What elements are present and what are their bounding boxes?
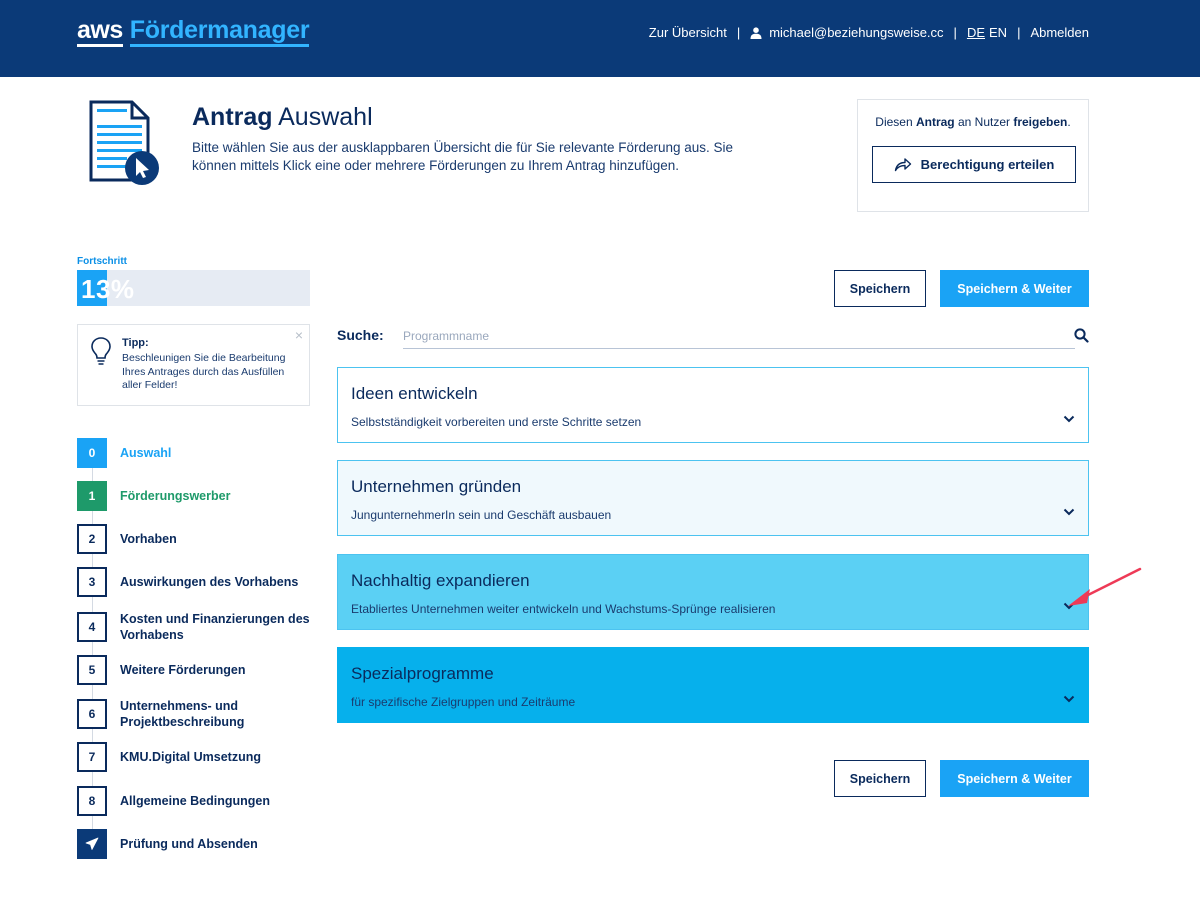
- lightbulb-icon: [91, 337, 111, 365]
- logo[interactable]: aws Fördermanager: [77, 17, 310, 47]
- step-number: 3: [77, 567, 107, 597]
- user-email: michael@beziehungsweise.cc: [769, 25, 944, 40]
- step-kosten[interactable]: 4 Kosten und Finanzierungen des Vorhabens: [77, 611, 310, 643]
- step-auswirkungen[interactable]: 3 Auswirkungen des Vorhabens: [77, 567, 310, 597]
- tip-text: Beschleunigen Sie die Bearbeitung Ihres …: [122, 352, 286, 391]
- nav-separator: |: [1017, 25, 1021, 40]
- step-weitere-foerderungen[interactable]: 5 Weitere Förderungen: [77, 655, 310, 685]
- tip-box: Tipp: Beschleunigen Sie die Bearbeitung …: [77, 324, 310, 406]
- tip-title: Tipp:: [122, 337, 149, 349]
- close-icon[interactable]: ×: [295, 327, 303, 343]
- program-subtitle: für spezifische Zielgruppen und Zeiträum…: [351, 695, 576, 709]
- user-icon: [750, 26, 762, 39]
- top-bar: aws Fördermanager Zur Übersicht | michae…: [0, 0, 1200, 77]
- nav-separator: |: [736, 25, 741, 40]
- search-label: Suche:: [337, 327, 384, 343]
- step-label: Vorhaben: [120, 532, 177, 546]
- step-bedingungen[interactable]: 8 Allgemeine Bedingungen: [77, 786, 310, 816]
- page-description: Bitte wählen Sie aus der ausklappbaren Ü…: [192, 140, 734, 173]
- grant-permission-label: Berechtigung erteilen: [920, 157, 1055, 172]
- save-next-button-top[interactable]: Speichern & Weiter: [940, 270, 1089, 307]
- program-ideen-entwickeln[interactable]: Ideen entwickeln Selbstständigkeit vorbe…: [337, 367, 1089, 443]
- search-input[interactable]: [403, 324, 1075, 349]
- step-label: Allgemeine Bedingungen: [120, 794, 271, 808]
- overview-link[interactable]: Zur Übersicht: [649, 25, 727, 40]
- step-pruefung[interactable]: Prüfung und Absenden: [77, 829, 310, 859]
- progress-bar: 13%: [77, 270, 310, 306]
- step-number: 2: [77, 524, 107, 554]
- logout-link[interactable]: Abmelden: [1030, 25, 1089, 40]
- logo-product-name: Fördermanager: [129, 17, 310, 47]
- program-spezialprogramme[interactable]: Spezialprogramme für spezifische Zielgru…: [337, 647, 1089, 723]
- program-nachhaltig-expandieren[interactable]: Nachhaltig expandieren Etabliertes Unter…: [337, 554, 1089, 630]
- chevron-down-icon[interactable]: [1063, 695, 1075, 703]
- lang-de-link[interactable]: DE: [967, 25, 985, 40]
- step-number: 7: [77, 742, 107, 772]
- top-navigation: Zur Übersicht | michael@beziehungsweise.…: [649, 25, 1089, 40]
- step-label: Kosten und Finanzierungen des Vorhabens: [120, 612, 310, 642]
- step-number: 0: [77, 438, 107, 468]
- page-title: Antrag Auswahl: [192, 103, 373, 131]
- step-label: Förderungswerber: [120, 489, 231, 503]
- step-number: 8: [77, 786, 107, 816]
- program-unternehmen-gruenden[interactable]: Unternehmen gründen JungunternehmerIn se…: [337, 460, 1089, 536]
- save-button-top[interactable]: Speichern: [834, 270, 926, 307]
- step-number: 6: [77, 699, 107, 729]
- step-label: Weitere Förderungen: [120, 663, 246, 677]
- step-number: 5: [77, 655, 107, 685]
- program-subtitle: Etabliertes Unternehmen weiter entwickel…: [351, 602, 776, 616]
- grant-permission-button[interactable]: Berechtigung erteilen: [872, 146, 1076, 183]
- save-next-button-bottom[interactable]: Speichern & Weiter: [940, 760, 1089, 797]
- program-title: Unternehmen gründen: [351, 477, 522, 496]
- program-title: Spezialprogramme: [351, 664, 494, 683]
- nav-separator: |: [953, 25, 957, 40]
- step-auswahl[interactable]: 0 Auswahl: [77, 438, 310, 468]
- program-subtitle: Selbstständigkeit vorbereiten und erste …: [351, 415, 642, 429]
- step-kmu-digital[interactable]: 7 KMU.Digital Umsetzung: [77, 742, 310, 772]
- progress-label: Fortschritt: [77, 256, 127, 267]
- program-title: Nachhaltig expandieren: [351, 571, 530, 590]
- user-menu[interactable]: michael@beziehungsweise.cc: [750, 25, 944, 40]
- share-text: Diesen Antrag an Nutzer freigeben.: [875, 115, 1071, 129]
- step-label: KMU.Digital Umsetzung: [120, 750, 261, 764]
- step-label: Prüfung und Absenden: [120, 837, 258, 851]
- step-unternehmensbeschreibung[interactable]: 6 Unternehmens- und Projektbeschreibung: [77, 698, 310, 730]
- document-cursor-icon: [89, 100, 159, 185]
- step-label: Auswirkungen des Vorhabens: [120, 575, 299, 589]
- send-icon: [85, 837, 99, 850]
- search-icon[interactable]: [1074, 328, 1089, 343]
- logo-aws: aws: [77, 17, 123, 47]
- step-number: 4: [77, 612, 107, 642]
- step-number: [77, 829, 107, 859]
- save-button-bottom[interactable]: Speichern: [834, 760, 926, 797]
- step-label: Auswahl: [120, 446, 172, 460]
- chevron-down-icon[interactable]: [1063, 508, 1075, 516]
- share-arrow-icon: [894, 158, 911, 172]
- lang-en-link[interactable]: EN: [989, 25, 1007, 40]
- chevron-down-icon[interactable]: [1063, 415, 1075, 423]
- program-title: Ideen entwickeln: [351, 384, 478, 403]
- program-subtitle: JungunternehmerIn sein und Geschäft ausb…: [351, 508, 612, 522]
- step-number: 1: [77, 481, 107, 511]
- annotation-arrow-icon: [1068, 567, 1142, 606]
- step-label: Unternehmens- und Projektbeschreibung: [120, 699, 245, 729]
- step-vorhaben[interactable]: 2 Vorhaben: [77, 524, 310, 554]
- step-foerderungswerber[interactable]: 1 Förderungswerber: [77, 481, 310, 511]
- share-panel: Diesen Antrag an Nutzer freigeben. Berec…: [857, 99, 1089, 212]
- progress-percent: 13%: [81, 274, 135, 304]
